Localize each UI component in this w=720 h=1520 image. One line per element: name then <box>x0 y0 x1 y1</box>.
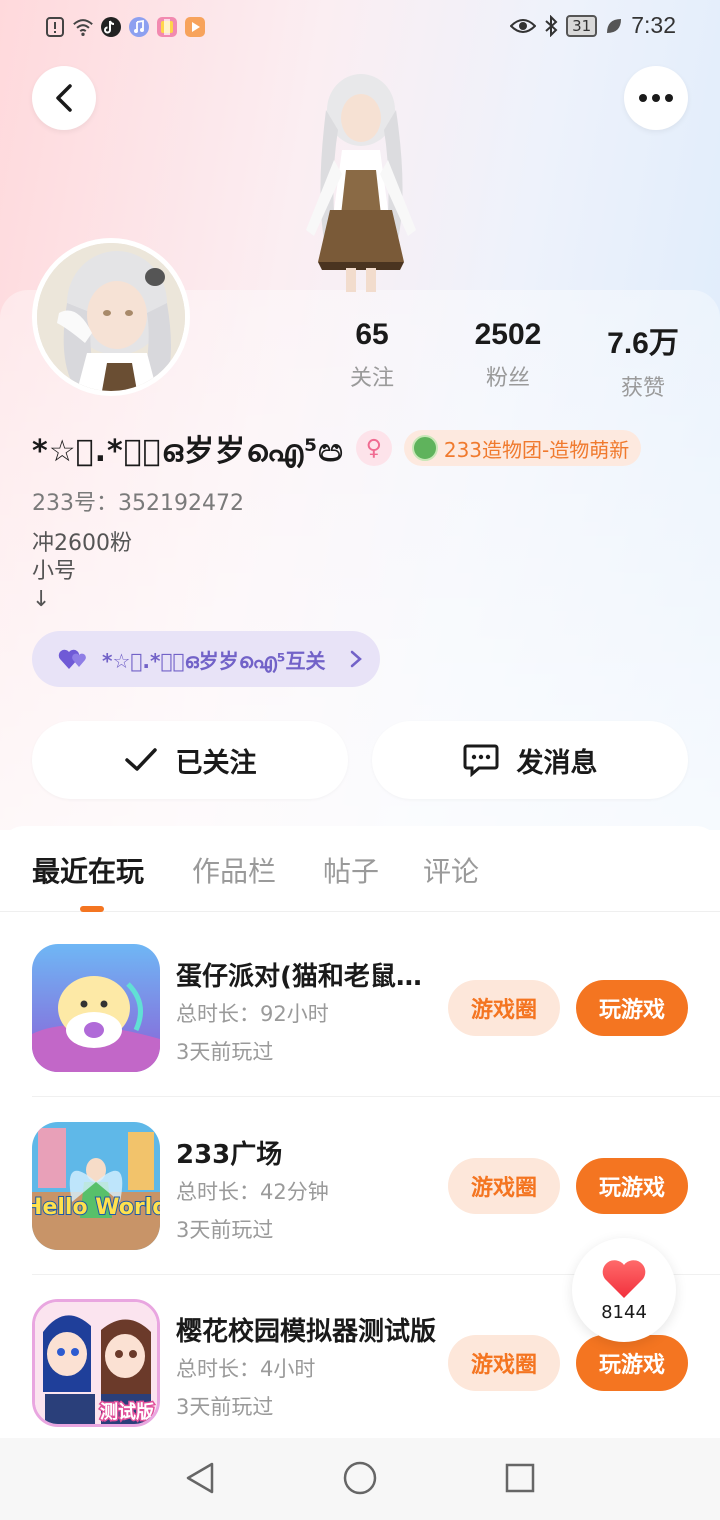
checkmark-icon <box>124 748 157 771</box>
followed-button[interactable]: 已关注 <box>32 721 348 799</box>
tab-works[interactable]: 作品栏 <box>192 850 276 890</box>
bio-line: ↓ <box>32 587 51 612</box>
battery-icon: 31 <box>566 14 598 37</box>
game-item[interactable]: 蛋仔派对(猫和老鼠联动) 总时长：92小时 3天前玩过 游戏圈 玩游戏 <box>32 944 688 1074</box>
bluetooth-icon <box>545 14 558 37</box>
game-icon-text: Hello World <box>32 1195 160 1220</box>
following-label: 关注 <box>349 366 394 391</box>
game-title: 蛋仔派对(猫和老鼠联动) <box>176 962 438 992</box>
bio-line: 小号 <box>32 559 77 584</box>
badge-icon <box>411 435 438 461</box>
more-dots-icon <box>639 94 673 102</box>
divider <box>32 1096 720 1097</box>
system-navigation-bar <box>0 1438 720 1520</box>
tab-posts[interactable]: 帖子 <box>323 850 379 890</box>
game-icon-image <box>32 944 160 1072</box>
game-duration: 总时长：42分钟 <box>176 1180 329 1204</box>
play-game-button[interactable]: 玩游戏 <box>576 980 688 1036</box>
mutual-follow-pill[interactable]: *☆ﾟ.*･｡ഒ岁岁ഐ⁵互关 <box>32 631 380 687</box>
send-message-button[interactable]: 发消息 <box>372 721 688 799</box>
app-icon <box>157 17 177 37</box>
nav-home-button[interactable] <box>340 1458 380 1498</box>
nickname: *☆ﾟ.*･｡ഒ岁岁ഐ⁵ඏ <box>32 434 344 469</box>
followers-label: 粉丝 <box>485 366 530 391</box>
play-game-button[interactable]: 玩游戏 <box>576 1335 688 1391</box>
back-button[interactable] <box>32 66 96 130</box>
bio: 冲2600粉 小号 ↓ <box>32 530 132 614</box>
back-arrow-icon <box>56 84 72 112</box>
game-icon[interactable]: 测试版 <box>32 1299 160 1427</box>
nav-recents-icon <box>505 1463 535 1493</box>
gender-female-icon: ♀ <box>355 430 392 466</box>
stat-followers[interactable]: 2502 粉丝 <box>443 318 573 392</box>
tab-indicator <box>80 906 104 912</box>
status-bar: 31 7:32 <box>0 0 720 56</box>
followed-label: 已关注 <box>175 747 257 779</box>
profile-stats: 65 关注 2502 粉丝 7.6万 获赞 <box>0 318 720 401</box>
leaf-icon <box>607 18 622 33</box>
game-circle-button[interactable]: 游戏圈 <box>448 980 560 1036</box>
game-icon[interactable] <box>32 944 160 1072</box>
followers-count: 2502 <box>474 318 542 351</box>
clock: 7:32 <box>631 12 676 38</box>
nav-recents-button[interactable] <box>500 1458 540 1498</box>
game-last-played: 3天前玩过 <box>176 1040 274 1064</box>
like-floating-button[interactable]: 8144 <box>572 1238 676 1342</box>
nav-back-button[interactable] <box>180 1458 220 1498</box>
name-row: *☆ﾟ.*･｡ഒ岁岁ഐ⁵ඏ ♀ 233造物团-造物萌新 <box>32 428 642 469</box>
send-message-label: 发消息 <box>516 747 598 779</box>
character-avatar-figure <box>306 74 416 292</box>
nav-home-icon <box>343 1461 377 1495</box>
game-icon-image: Hello World <box>32 1122 160 1250</box>
heart-icon <box>602 1259 646 1298</box>
game-icon[interactable]: Hello World <box>32 1122 160 1250</box>
game-icon-image: 测试版 <box>35 1302 157 1424</box>
mutual-follow-label: *☆ﾟ.*･｡ഒ岁岁ഐ⁵互关 <box>102 648 326 673</box>
more-button[interactable] <box>624 66 688 130</box>
badge-label: 233造物团-造物萌新 <box>443 437 630 462</box>
double-heart-icon <box>58 649 86 669</box>
chevron-right-icon <box>350 650 362 668</box>
nav-back-icon <box>186 1462 214 1494</box>
likes-label: 获赞 <box>620 376 665 401</box>
tab-comments[interactable]: 评论 <box>423 850 479 890</box>
like-count: 8144 <box>601 1301 647 1323</box>
game-item[interactable]: Hello World 233广场 总时长：42分钟 3天前玩过 游戏圈 玩游戏 <box>32 1122 688 1252</box>
game-title: 樱花校园模拟器测试版 <box>176 1317 437 1347</box>
play-game-button[interactable]: 玩游戏 <box>576 1158 688 1214</box>
user-id: 233号：352192472 <box>32 491 244 516</box>
eye-icon <box>510 18 537 33</box>
video-icon <box>185 17 205 37</box>
content-panel: 最近在玩 作品栏 帖子 评论 蛋仔派对(猫和老鼠联动) 总时长：92小时 3天前… <box>0 826 720 1438</box>
game-circle-button[interactable]: 游戏圈 <box>448 1158 560 1214</box>
game-title: 233广场 <box>176 1140 283 1170</box>
stat-likes[interactable]: 7.6万 获赞 <box>578 318 708 402</box>
tab-recently-played[interactable]: 最近在玩 <box>32 850 144 890</box>
game-last-played: 3天前玩过 <box>176 1218 274 1242</box>
game-icon-text: 测试版 <box>100 1401 154 1423</box>
stat-following[interactable]: 65 关注 <box>307 318 437 392</box>
wifi-icon <box>73 19 93 36</box>
game-duration: 总时长：92小时 <box>176 1002 329 1026</box>
following-count: 65 <box>355 318 389 351</box>
alert-icon <box>46 17 64 37</box>
music-icon <box>129 17 149 37</box>
game-circle-button[interactable]: 游戏圈 <box>448 1335 560 1391</box>
message-icon <box>463 744 498 777</box>
tab-bar: 最近在玩 作品栏 帖子 评论 <box>0 826 720 912</box>
creator-badge[interactable]: 233造物团-造物萌新 <box>403 430 642 466</box>
bio-line: 冲2600粉 <box>32 531 132 556</box>
likes-count: 7.6万 <box>607 327 679 360</box>
game-duration: 总时长：4小时 <box>176 1357 316 1381</box>
game-last-played: 3天前玩过 <box>176 1395 274 1419</box>
tiktok-icon <box>101 17 121 37</box>
